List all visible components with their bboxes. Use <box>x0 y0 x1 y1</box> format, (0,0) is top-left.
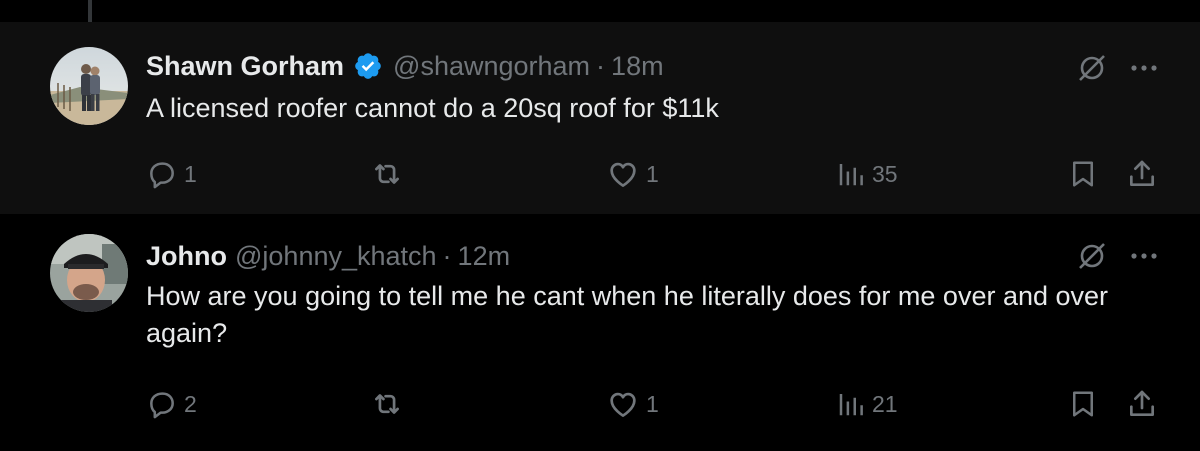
avatar[interactable] <box>50 234 128 312</box>
thread-line-top <box>88 0 92 22</box>
retweet-icon <box>375 394 399 414</box>
like-icon <box>610 392 636 417</box>
tweet[interactable]: Johno @johnny_khatch · 12m How are you g… <box>0 214 1200 451</box>
views-icon <box>839 164 863 186</box>
grok-icon[interactable] <box>1076 52 1108 84</box>
share-icon <box>1130 160 1154 186</box>
bookmark-icon <box>1073 161 1093 187</box>
view-count: 35 <box>872 160 898 187</box>
retweet-icon <box>375 164 399 184</box>
reply-icon <box>150 392 174 419</box>
views-button[interactable]: 35 <box>836 154 898 194</box>
tweet-actions: 1 1 35 <box>0 154 1200 194</box>
timestamp[interactable]: 18m <box>611 50 664 82</box>
reply-icon <box>150 162 174 189</box>
author-name[interactable]: Shawn Gorham <box>146 50 344 82</box>
author-handle[interactable]: @johnny_khatch <box>235 240 437 272</box>
retweet-button[interactable] <box>370 154 404 194</box>
more-icon[interactable] <box>1130 251 1158 261</box>
bookmark-icon <box>1073 391 1093 417</box>
bookmark-button[interactable] <box>1068 384 1098 424</box>
like-button[interactable]: 1 <box>606 154 659 194</box>
tweet-top-actions <box>1076 240 1158 272</box>
views-button[interactable]: 21 <box>836 384 898 424</box>
share-button[interactable] <box>1126 384 1158 424</box>
tweet-top-actions <box>1076 52 1158 84</box>
separator-dot: · <box>442 241 452 271</box>
like-icon <box>610 162 636 187</box>
reply-count: 2 <box>184 390 197 417</box>
bookmark-button[interactable] <box>1068 154 1098 194</box>
view-count: 21 <box>872 390 898 417</box>
reply-button[interactable]: 1 <box>146 154 197 194</box>
timestamp[interactable]: 12m <box>458 240 511 272</box>
tweet-text: A licensed roofer cannot do a 20sq roof … <box>146 93 719 123</box>
author-name[interactable]: Johno <box>146 240 227 272</box>
grok-icon[interactable] <box>1076 240 1108 272</box>
tweet-header: Shawn Gorham @shawngorham · 18m <box>146 50 664 82</box>
author-handle[interactable]: @shawngorham <box>393 50 590 82</box>
more-icon[interactable] <box>1130 63 1158 73</box>
verified-badge-icon <box>355 53 381 79</box>
tweet-actions: 2 1 21 <box>0 384 1200 424</box>
share-icon <box>1130 390 1154 416</box>
tweet-text: How are you going to tell me he cant whe… <box>146 281 1109 348</box>
tweet-header: Johno @johnny_khatch · 12m <box>146 240 510 272</box>
reply-button[interactable]: 2 <box>146 384 197 424</box>
like-count: 1 <box>646 160 659 187</box>
like-count: 1 <box>646 390 659 417</box>
retweet-button[interactable] <box>370 384 404 424</box>
tweet[interactable]: Shawn Gorham @shawngorham · 18m A licens… <box>0 22 1200 214</box>
separator-dot: · <box>596 51 606 81</box>
like-button[interactable]: 1 <box>606 384 659 424</box>
reply-count: 1 <box>184 160 197 187</box>
avatar[interactable] <box>50 47 128 125</box>
views-icon <box>839 394 863 416</box>
share-button[interactable] <box>1126 154 1158 194</box>
